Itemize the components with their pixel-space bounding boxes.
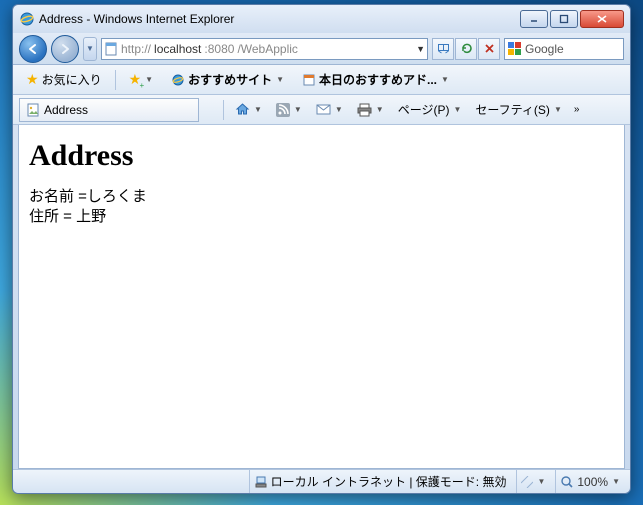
home-button[interactable]: ▼: [230, 99, 267, 121]
maximize-button[interactable]: [550, 10, 578, 28]
suggested-sites-button[interactable]: おすすめサイト ▼: [164, 69, 291, 91]
safety-menu-label: セーフティ(S): [475, 101, 550, 118]
content-line-2: 住所 = 上野: [29, 207, 614, 227]
resize-grip[interactable]: ▼: [516, 470, 549, 493]
addons-button[interactable]: 本日のおすすめアド... ▼: [295, 69, 456, 91]
nav-toolbar: ▼ http://localhost:8080/WebApplic ▼ Goog…: [13, 33, 630, 65]
zoom-label: 100%: [577, 475, 608, 489]
titlebar: Address - Windows Internet Explorer: [13, 5, 630, 33]
tab-title: Address: [44, 103, 88, 117]
page-menu-label: ページ(P): [398, 101, 450, 118]
search-engine-label: Google: [525, 42, 564, 56]
page-icon: [104, 42, 118, 56]
cmdbar-overflow[interactable]: »: [571, 99, 583, 121]
page-slice-icon: [302, 73, 316, 87]
addons-label: 本日のおすすめアド...: [319, 73, 437, 87]
grip-icon: [521, 476, 533, 488]
ie-window: Address - Windows Internet Explorer ▼ ht…: [12, 4, 631, 494]
url-host: localhost: [154, 42, 201, 56]
favorites-label: お気に入り: [42, 71, 102, 88]
window-buttons: [520, 10, 624, 28]
url-path: /WebApplic: [237, 42, 297, 56]
google-icon: [508, 42, 522, 56]
close-button[interactable]: [580, 10, 624, 28]
page-heading: Address: [29, 139, 614, 173]
zoom-control[interactable]: 100% ▼: [555, 470, 624, 493]
star-add-icon: ★+: [129, 71, 142, 88]
home-icon: [235, 102, 250, 117]
page-content: Address お名前 =しろくま 住所 = 上野: [18, 125, 625, 469]
mail-button[interactable]: ▼: [311, 99, 348, 121]
forward-button[interactable]: [51, 35, 79, 63]
url-port: :8080: [204, 42, 234, 56]
separator: [223, 100, 224, 120]
refresh-button[interactable]: [455, 38, 477, 60]
star-icon: ★: [26, 71, 39, 88]
ie-mini-icon: [171, 73, 185, 87]
zone-status[interactable]: ローカル イントラネット | 保護モード: 無効: [249, 470, 511, 493]
stop-button[interactable]: [478, 38, 500, 60]
command-bar: Address ▼ ▼ ▼ ▼ ページ(P)▼ セーフティ(S)▼ »: [13, 95, 630, 125]
zone-label: ローカル イントラネット | 保護モード: 無効: [271, 473, 507, 490]
address-actions: [432, 38, 500, 60]
back-button[interactable]: [19, 35, 47, 63]
print-icon: [357, 103, 372, 117]
window-title: Address - Windows Internet Explorer: [39, 12, 520, 26]
favorites-button[interactable]: ★ お気に入り: [19, 69, 109, 91]
mail-icon: [316, 103, 331, 116]
compat-view-button[interactable]: [432, 38, 454, 60]
suggested-sites-label: おすすめサイト: [188, 73, 272, 87]
url-scheme: http://: [121, 42, 151, 56]
browser-tab[interactable]: Address: [19, 98, 199, 122]
address-bar[interactable]: http://localhost:8080/WebApplic ▼: [101, 38, 428, 60]
feeds-button[interactable]: ▼: [271, 99, 307, 121]
intranet-icon: [254, 475, 268, 489]
tab-page-icon: [26, 103, 40, 117]
content-line-1: お名前 =しろくま: [29, 187, 614, 207]
favorites-bar: ★ お気に入り ★+ ▼ おすすめサイト ▼ 本日のおすすめアド... ▼: [13, 65, 630, 95]
rss-icon: [276, 103, 290, 117]
print-button[interactable]: ▼: [352, 99, 389, 121]
status-bar: ローカル イントラネット | 保護モード: 無効 ▼ 100% ▼: [13, 469, 630, 493]
nav-history-dropdown[interactable]: ▼: [83, 37, 97, 61]
ie-icon: [19, 11, 35, 27]
add-favorite-button[interactable]: ★+ ▼: [122, 69, 160, 91]
separator: [115, 70, 116, 90]
page-menu[interactable]: ページ(P)▼: [393, 99, 467, 121]
zoom-icon: [560, 475, 574, 489]
search-box[interactable]: Google: [504, 38, 624, 60]
address-dropdown[interactable]: ▼: [416, 44, 425, 54]
safety-menu[interactable]: セーフティ(S)▼: [470, 99, 566, 121]
minimize-button[interactable]: [520, 10, 548, 28]
